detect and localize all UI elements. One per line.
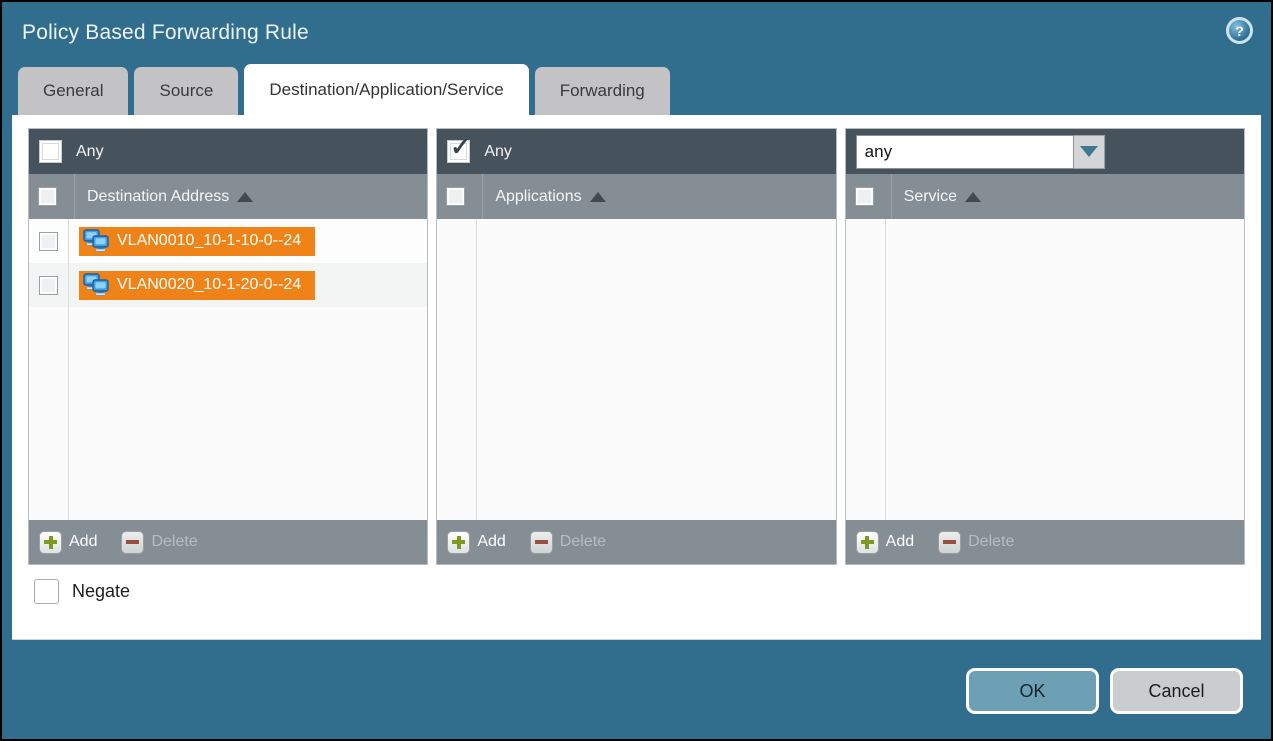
applications-any-bar: Any	[437, 129, 835, 174]
service-dropdown-button[interactable]	[1074, 135, 1105, 169]
chevron-down-icon	[1080, 146, 1098, 157]
sort-asc-icon[interactable]	[590, 192, 606, 202]
negate-label: Negate	[72, 581, 130, 602]
applications-toolbar: Add Delete	[437, 520, 835, 564]
tab-bar: General Source Destination/Application/S…	[2, 64, 1271, 115]
destination-column-header: Destination Address	[29, 174, 427, 219]
destination-address-label: VLAN0010_10-1-10-0--24	[117, 232, 301, 250]
minus-icon	[530, 531, 553, 554]
service-dropdown-bar	[846, 129, 1244, 174]
destination-row1-checkbox[interactable]	[39, 232, 58, 251]
destination-address-badge[interactable]: VLAN0010_10-1-10-0--24	[79, 227, 315, 256]
cancel-button[interactable]: Cancel	[1110, 668, 1243, 714]
address-group-icon	[83, 229, 110, 253]
destination-address-badge[interactable]: VLAN0020_10-1-20-0--24	[79, 271, 315, 300]
service-dropdown[interactable]	[856, 135, 1105, 169]
title-bar: Policy Based Forwarding Rule ?	[2, 2, 1271, 64]
dialog-title: Policy Based Forwarding Rule	[22, 21, 309, 45]
service-panel: Service Add Delete	[845, 128, 1245, 565]
negate-checkbox[interactable]	[34, 579, 59, 604]
service-list	[846, 219, 1244, 520]
sort-asc-icon[interactable]	[237, 192, 253, 202]
applications-select-all-checkbox[interactable]	[446, 187, 465, 206]
plus-icon	[39, 531, 62, 554]
destination-column-title[interactable]: Destination Address	[87, 188, 229, 206]
applications-delete-button[interactable]: Delete	[530, 531, 606, 554]
service-delete-button[interactable]: Delete	[938, 531, 1014, 554]
negate-row: Negate	[34, 579, 1245, 604]
destination-any-checkbox[interactable]	[39, 140, 62, 163]
destination-add-button[interactable]: Add	[39, 531, 97, 554]
tab-destination-application-service[interactable]: Destination/Application/Service	[244, 64, 528, 115]
minus-icon	[938, 531, 961, 554]
service-column-title[interactable]: Service	[904, 188, 957, 206]
applications-list	[437, 219, 835, 520]
policy-forwarding-dialog: Policy Based Forwarding Rule ? General S…	[0, 0, 1273, 741]
applications-add-button[interactable]: Add	[447, 531, 505, 554]
applications-column-title[interactable]: Applications	[495, 188, 581, 206]
ok-button[interactable]: OK	[966, 668, 1099, 714]
applications-panel: Any Applications Add	[436, 128, 836, 565]
destination-any-label: Any	[76, 143, 104, 161]
tab-general[interactable]: General	[18, 67, 128, 115]
tab-forwarding[interactable]: Forwarding	[535, 67, 670, 115]
destination-select-all-checkbox[interactable]	[38, 187, 57, 206]
service-select-all-checkbox[interactable]	[855, 187, 874, 206]
service-add-button[interactable]: Add	[856, 531, 914, 554]
applications-column-header: Applications	[437, 174, 835, 219]
dialog-footer: OK Cancel	[966, 668, 1243, 714]
plus-icon	[447, 531, 470, 554]
table-row[interactable]: VLAN0010_10-1-10-0--24	[69, 219, 427, 263]
tab-content: Any Destination Address	[12, 115, 1261, 640]
help-icon[interactable]: ?	[1226, 17, 1253, 44]
applications-any-checkbox[interactable]	[447, 140, 470, 163]
plus-icon	[856, 531, 879, 554]
destination-panel: Any Destination Address	[28, 128, 428, 565]
service-column-header: Service	[846, 174, 1244, 219]
tab-source[interactable]: Source	[134, 67, 238, 115]
address-group-icon	[83, 273, 110, 297]
destination-row2-checkbox[interactable]	[39, 276, 58, 295]
sort-asc-icon[interactable]	[965, 192, 981, 202]
destination-list: VLAN0010_10-1-10-0--24 VLAN0020_10-1-20-…	[29, 219, 427, 520]
destination-any-bar: Any	[29, 129, 427, 174]
table-row[interactable]: VLAN0020_10-1-20-0--24	[69, 263, 427, 307]
destination-address-label: VLAN0020_10-1-20-0--24	[117, 276, 301, 294]
destination-delete-button[interactable]: Delete	[121, 531, 197, 554]
service-toolbar: Add Delete	[846, 520, 1244, 564]
service-dropdown-input[interactable]	[856, 135, 1074, 169]
applications-any-label: Any	[484, 143, 512, 161]
destination-toolbar: Add Delete	[29, 520, 427, 564]
minus-icon	[121, 531, 144, 554]
